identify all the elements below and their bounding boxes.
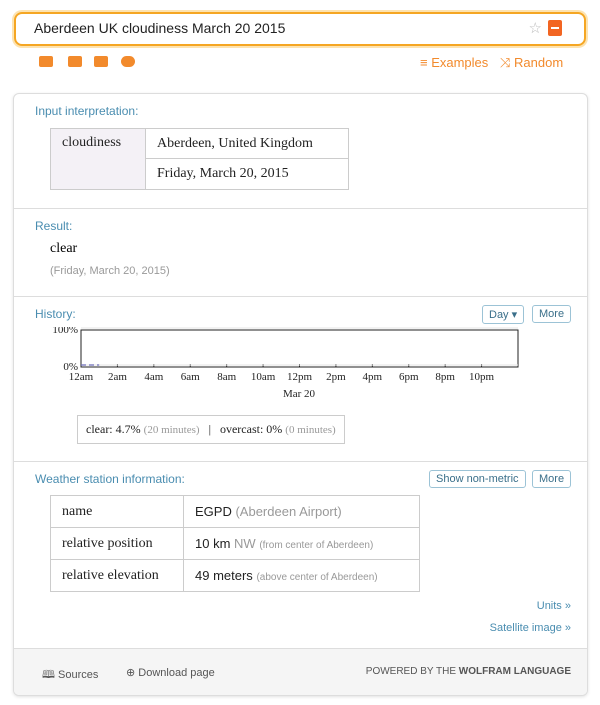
x-tick-label: 2pm [326, 371, 346, 383]
result-date: (Friday, March 20, 2015) [50, 265, 170, 277]
station-row: relative position 10 km NW (from center … [50, 527, 420, 560]
y-tick-label: 100% [52, 327, 78, 336]
note-text: (above center of Aberdeen) [256, 572, 378, 583]
result-pod: Result: clear (Friday, March 20, 2015) [14, 209, 587, 297]
direction-text: NW [234, 536, 256, 551]
row-value: 10 km NW (from center of Aberdeen) [183, 527, 420, 560]
y-tick-label: 0% [63, 361, 78, 373]
range-select[interactable]: Day ▾ [482, 305, 525, 324]
clear-label: clear: [86, 422, 113, 436]
range-label: Day [489, 309, 509, 321]
upload-icon[interactable] [121, 56, 135, 67]
station-row: name EGPD (Aberdeen Airport) [50, 495, 420, 528]
input-interpretation-pod: Input interpretation: cloudiness Aberdeen… [14, 94, 587, 209]
value-text: 49 meters [195, 568, 253, 583]
note-text: (from center of Aberdeen) [259, 540, 374, 551]
keyboard-icon[interactable] [39, 56, 53, 67]
x-tick-label: 6am [181, 371, 200, 383]
pod-title: Result: [35, 219, 73, 233]
row-value: 49 meters (above center of Aberdeen) [183, 559, 420, 592]
x-axis-label: Mar 20 [283, 388, 316, 400]
brand-text: WOLFRAM LANGUAGE [458, 666, 571, 677]
plot-frame [80, 329, 519, 368]
sources-label: Sources [58, 669, 99, 681]
satellite-image-link[interactable]: Satellite image » [490, 622, 571, 634]
row-key: name [50, 495, 184, 528]
powered-by: POWERED BY THE WOLFRAM LANGUAGE [366, 666, 571, 677]
sources-link[interactable]: 🕮 Sources [42, 666, 98, 685]
property-cell: cloudiness [50, 128, 146, 190]
x-tick-label: 8pm [435, 371, 455, 383]
powered-text: POWERED BY THE [365, 666, 456, 677]
x-tick-label: 10am [251, 371, 276, 383]
x-tick-label: 4pm [363, 371, 383, 383]
more-button[interactable]: More [532, 470, 572, 488]
more-button[interactable]: More [532, 305, 572, 323]
examples-label: Examples [431, 55, 489, 70]
download-page-link[interactable]: ⊕ Download page [126, 666, 215, 679]
x-tick-label: 6pm [399, 371, 419, 383]
random-label: Random [514, 55, 564, 70]
x-tick-label: 10pm [469, 371, 495, 383]
overcast-time: (0 minutes) [285, 424, 336, 436]
overcast-pct: 0% [266, 422, 283, 436]
clear-time: (20 minutes) [143, 424, 200, 436]
history-chart: 12am 2am 4am 6am 8am 10am 12pm 2pm 4pm 6pm 8pm 10pm… [52, 327, 519, 400]
footer: 🕮 Sources ⊕ Download page POWERED BY THE… [14, 648, 587, 695]
pod-title: Weather station information: [35, 472, 185, 486]
submit-icon[interactable] [548, 20, 562, 36]
results-card: Input interpretation: cloudiness Aberdeen… [13, 93, 588, 696]
camera-icon[interactable] [68, 56, 82, 67]
row-value: EGPD (Aberdeen Airport) [183, 495, 420, 528]
overcast-label: overcast: [219, 422, 264, 436]
date-cell: Friday, March 20, 2015 [145, 158, 349, 190]
value-text: 10 km [195, 536, 231, 551]
station-row: relative elevation 49 meters (above cent… [50, 559, 420, 592]
result-value: clear [50, 241, 78, 256]
pod-title: History: [35, 307, 76, 321]
random-link[interactable]: ⤨ Random [500, 55, 563, 71]
show-non-metric-button[interactable]: Show non-metric [429, 470, 526, 488]
list-icon: ≡ [420, 55, 432, 70]
history-summary: clear: 4.7% (20 minutes) | overcast: 0% … [77, 415, 345, 444]
note-text: (Aberdeen Airport) [235, 504, 342, 519]
row-key: relative elevation [50, 559, 184, 592]
book-icon: 🕮 [42, 669, 59, 681]
interpretation-table: cloudiness Aberdeen, United Kingdom Frida… [50, 128, 349, 190]
download-label: Download page [138, 667, 215, 679]
download-icon: ⊕ [126, 667, 139, 679]
x-tick-label: 2am [108, 371, 127, 383]
x-tick-label: 4am [144, 371, 163, 383]
dropdown-icon: ▾ [511, 309, 518, 321]
separator: | [208, 422, 211, 436]
row-key: relative position [50, 527, 184, 560]
location-cell: Aberdeen, United Kingdom [145, 128, 349, 159]
table-icon[interactable] [94, 56, 108, 67]
station-table: name EGPD (Aberdeen Airport) relative pos… [50, 495, 420, 592]
x-tick-label: 12pm [287, 371, 313, 383]
star-icon[interactable]: ☆ [529, 19, 542, 37]
examples-link[interactable]: ≡ Examples [420, 55, 488, 70]
x-tick-label: 8am [217, 371, 236, 383]
units-link[interactable]: Units » [537, 600, 571, 612]
value-text: EGPD [195, 504, 232, 519]
search-box[interactable]: Aberdeen UK cloudiness March 20 2015 ☆ [14, 12, 586, 46]
search-input[interactable]: Aberdeen UK cloudiness March 20 2015 [34, 20, 285, 36]
weather-station-pod: Weather station information: Show non-me… [14, 462, 587, 648]
history-pod: History: Day ▾ More 12am 2am 4am 6am 8am 10am… [14, 297, 587, 462]
shuffle-icon: ⤨ [500, 55, 515, 70]
clear-pct: 4.7% [115, 422, 141, 436]
pod-title: Input interpretation: [35, 104, 139, 118]
